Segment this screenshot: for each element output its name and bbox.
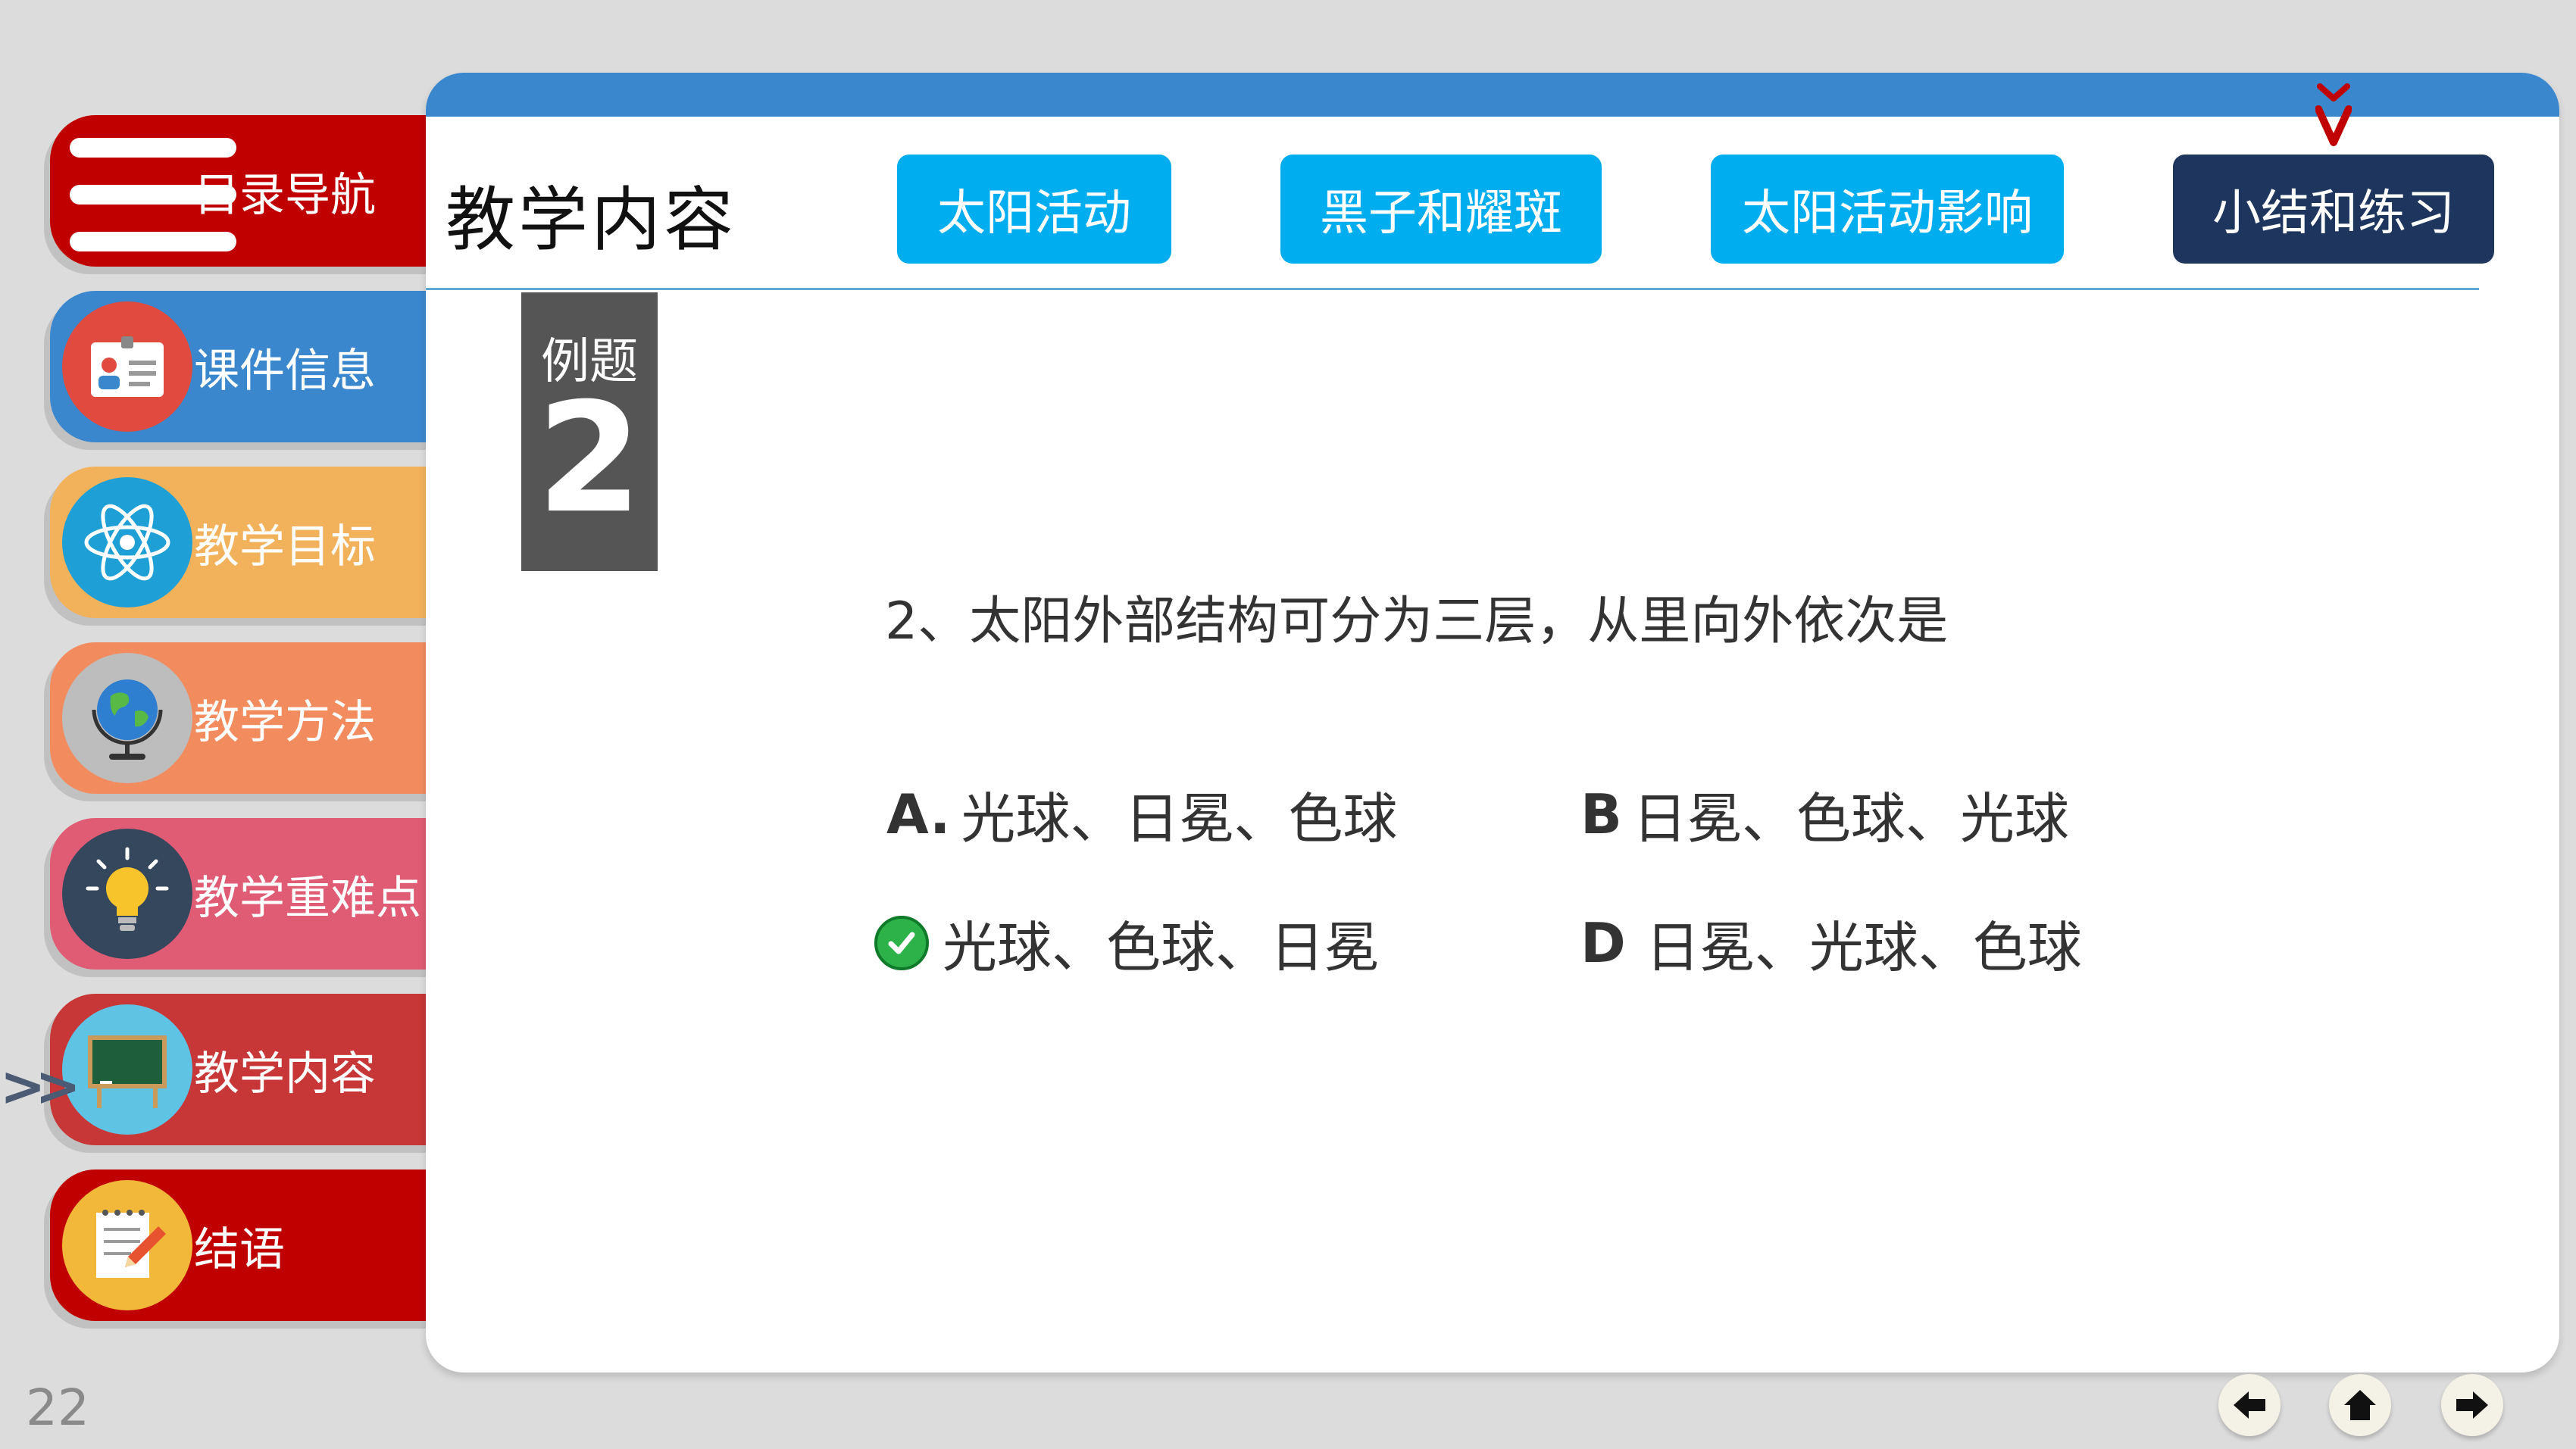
option-text: 日冕、光球、色球 [1645,916,2082,979]
option-letter: D [1580,910,1626,975]
example-number: 2 [536,370,642,547]
forward-button[interactable] [2441,1374,2503,1436]
page-title: 教学内容 [445,180,737,261]
option-letter: A. [886,782,951,846]
sidebar-item-label: 教学目标 [194,520,376,573]
globe-icon [62,653,192,783]
active-indicator: >> [0,1054,81,1118]
sidebar-item-label: 教学方法 [194,695,376,749]
content-panel: 教学内容 太阳活动 黑子和耀斑 太阳活动影响 小结和练习 例题 2 2、太阳外部… [426,73,2559,1372]
home-button[interactable] [2329,1374,2391,1436]
back-button[interactable] [2218,1374,2281,1436]
option-a[interactable]: A. 光球、日冕、色球 [886,774,1397,854]
home-icon [2344,1390,2376,1420]
forward-arrow-icon [2456,1391,2488,1419]
sidebar-item-courseware-info[interactable]: 课件信息 [50,291,444,442]
tab-solar-activity[interactable]: 太阳活动 [897,155,1171,264]
option-c[interactable]: 光球、色球、日冕 [874,903,1379,982]
option-text: 日冕、色球、光球 [1632,787,2069,851]
check-icon [874,915,929,970]
sidebar-item-teaching-goals[interactable]: 教学目标 [50,467,444,618]
tab-solar-activity-impact[interactable]: 太阳活动影响 [1711,155,2064,264]
active-tab-chevron-icon [2315,83,2352,146]
tab-summary-exercises[interactable]: 小结和练习 [2173,155,2494,264]
sidebar-item-teaching-methods[interactable]: 教学方法 [50,642,444,794]
sidebar-item-label: 结语 [194,1223,285,1276]
id-card-icon [62,301,192,432]
panel-top-bar [426,73,2559,117]
example-badge: 例题 2 [521,292,658,571]
sidebar-item-teaching-content[interactable]: 教学内容 [50,994,444,1145]
sidebar-item-label: 教学内容 [194,1047,376,1101]
sidebar-item-key-points[interactable]: 教学重难点 [50,818,444,970]
sidebar-item-nav[interactable]: 目录导航 [50,115,444,267]
tab-sunspots-flares[interactable]: 黑子和耀斑 [1280,155,1602,264]
option-text: 光球、日冕、色球 [961,787,1398,851]
question-text: 2、太阳外部结构可分为三层，从里向外依次是 [885,592,1949,651]
atom-icon [62,477,192,607]
back-arrow-icon [2234,1391,2265,1419]
sidebar-item-conclusion[interactable]: 结语 [50,1170,444,1321]
option-b[interactable]: B 日冕、色球、光球 [1580,774,2069,854]
blackboard-icon [62,1004,192,1135]
lightbulb-icon [62,829,192,959]
option-letter: B [1580,782,1622,846]
page-number: 22 [26,1379,89,1437]
header-divider [426,288,2479,290]
sidebar-item-label: 目录导航 [194,168,376,222]
option-text: 光球、色球、日冕 [943,916,1380,979]
sidebar-item-label: 课件信息 [194,344,376,398]
notepad-icon [62,1180,192,1310]
option-d[interactable]: D 日冕、光球、色球 [1580,903,2082,982]
sidebar-item-label: 教学重难点 [194,871,421,925]
